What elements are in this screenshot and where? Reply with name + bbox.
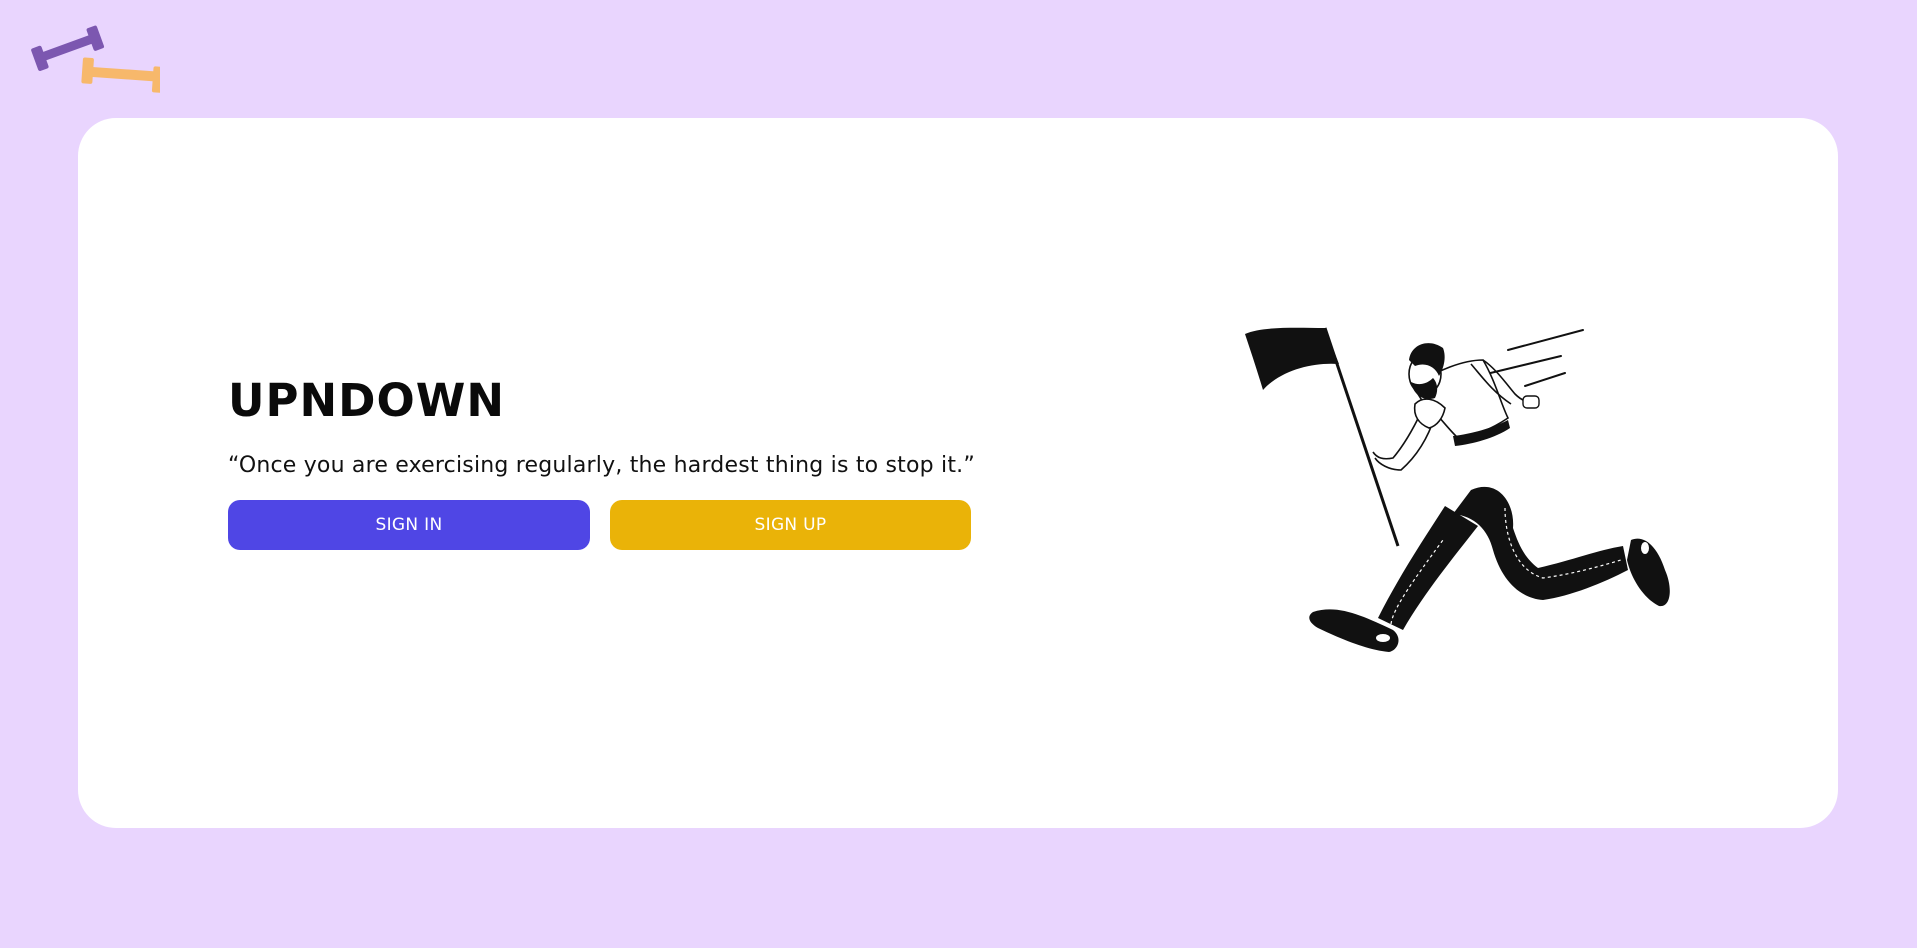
flag-icon — [1245, 327, 1339, 390]
app-title: UPNDOWN — [228, 374, 506, 427]
hero-content: UPNDOWN “Once you are exercising regular… — [228, 378, 988, 550]
dumbbells-logo-icon — [31, 25, 160, 93]
speed-lines-icon — [1477, 329, 1584, 387]
motivational-quote: “Once you are exercising regularly, the … — [228, 453, 975, 478]
auth-buttons: SIGN IN SIGN UP — [228, 500, 988, 550]
sign-in-button[interactable]: SIGN IN — [228, 500, 590, 550]
running-man-with-flag-illustration — [1245, 327, 1670, 652]
welcome-card: UPNDOWN “Once you are exercising regular… — [78, 118, 1838, 828]
sign-up-button[interactable]: SIGN UP — [610, 500, 971, 550]
